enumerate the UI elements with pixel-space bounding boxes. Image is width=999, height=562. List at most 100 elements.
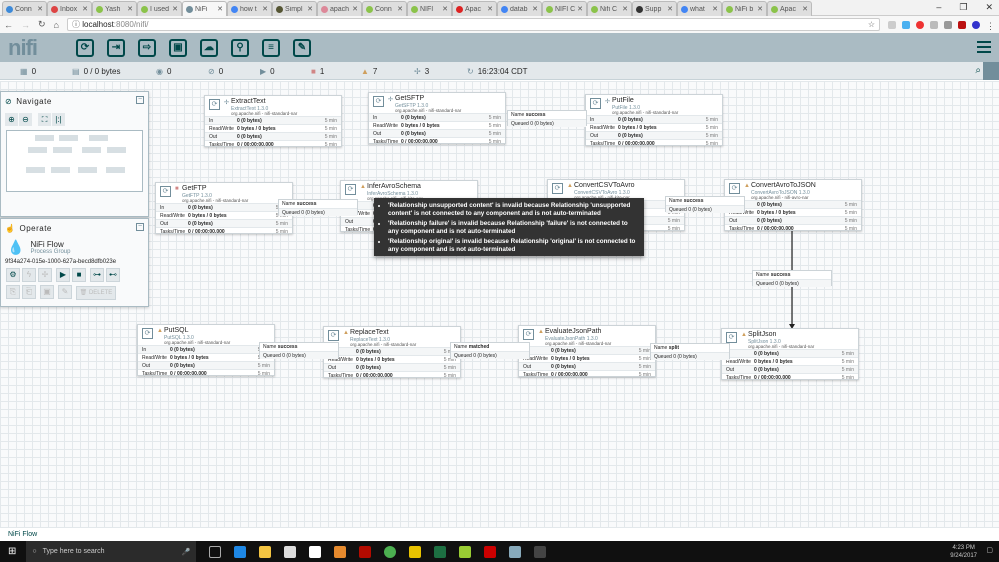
start-button[interactable]: ▶ — [56, 268, 70, 282]
paste-button[interactable]: ⎗ — [22, 285, 36, 299]
close-tab-icon[interactable]: ✕ — [757, 5, 763, 13]
configure-button[interactable]: ⚙ — [6, 268, 20, 282]
close-tab-icon[interactable]: ✕ — [532, 5, 538, 13]
excel-icon[interactable] — [434, 545, 447, 558]
store-icon[interactable] — [284, 545, 297, 558]
flow-canvas[interactable]: ⟳ ✢ ExtractText ExtractText 1.3.0 org.apache… — [0, 81, 999, 527]
extension-icon[interactable] — [972, 20, 980, 29]
browser-tab[interactable]: NiFi b ✕ — [722, 1, 767, 16]
processor-getsftp[interactable]: ⟳ ✢ GetSFTP GetSFTP 1.3.0 org.apache.nifi - … — [368, 92, 506, 145]
chrome-icon[interactable] — [384, 545, 397, 558]
browser-tab[interactable]: Conn ✕ — [362, 1, 407, 16]
upload-template-button[interactable]: ⊷ — [106, 268, 120, 282]
color-button[interactable]: ✎ — [58, 285, 72, 299]
app-icon[interactable] — [459, 545, 472, 558]
mail-icon[interactable] — [309, 545, 322, 558]
app-icon[interactable] — [509, 545, 522, 558]
actual-size-button[interactable]: |:| — [52, 113, 65, 126]
connection-label[interactable]: Name success Queued 0 (0 bytes) — [752, 270, 832, 287]
close-tab-icon[interactable]: ✕ — [577, 5, 583, 13]
label-icon[interactable]: ✎ — [293, 38, 311, 57]
processor-icon[interactable]: ⟳ — [76, 38, 94, 57]
close-tab-icon[interactable]: ✕ — [37, 5, 43, 13]
zoom-in-button[interactable]: ⊕ — [5, 113, 18, 126]
bulletin-board-button[interactable] — [983, 62, 999, 80]
stop-button[interactable]: ■ — [72, 268, 86, 282]
copy-button[interactable]: ⎘ — [6, 285, 20, 299]
refresh-icon[interactable]: ↻ — [467, 67, 474, 76]
taskbar-search[interactable]: ○ Type here to search 🎤 — [26, 541, 197, 562]
extension-icon[interactable] — [930, 20, 938, 29]
close-tab-icon[interactable]: ✕ — [82, 5, 88, 13]
home-icon[interactable]: ⌂ — [54, 20, 59, 30]
close-tab-icon[interactable]: ✕ — [172, 5, 178, 13]
windows-start-icon[interactable]: ⊞ — [8, 546, 16, 557]
process-group-icon[interactable]: ▣ — [169, 38, 187, 57]
close-tab-icon[interactable]: ✕ — [442, 5, 448, 13]
menu-icon[interactable]: ⋮ — [986, 21, 995, 31]
star-icon[interactable]: ☆ — [868, 20, 875, 29]
close-tab-icon[interactable]: ✕ — [397, 5, 403, 13]
funnel-icon[interactable]: ⚲ — [231, 38, 249, 57]
close-tab-icon[interactable]: ✕ — [307, 5, 313, 13]
close-tab-icon[interactable]: ✕ — [487, 5, 493, 13]
app-icon[interactable] — [409, 545, 422, 558]
browser-tab[interactable]: Conn ✕ — [2, 1, 47, 16]
fit-button[interactable]: ⛶ — [38, 113, 51, 126]
browser-tab[interactable]: Apac ✕ — [767, 1, 812, 16]
template-icon[interactable]: ≡ — [262, 38, 280, 57]
notifications-icon[interactable]: ▢ — [986, 546, 993, 554]
close-tab-icon[interactable]: ✕ — [622, 5, 628, 13]
close-tab-icon[interactable]: ✕ — [352, 5, 358, 13]
collapse-icon[interactable]: − — [136, 96, 144, 104]
connection-label[interactable]: Name success Queued 0 (0 bytes) — [665, 196, 745, 213]
disable-button[interactable]: ✢ — [38, 268, 52, 282]
edge-icon[interactable] — [234, 545, 247, 558]
connection-label[interactable]: Name matched Queued 0 (0 bytes) — [450, 342, 530, 359]
close-tab-icon[interactable]: ✕ — [712, 5, 718, 13]
processor-putfile[interactable]: ⟳ ✢ PutFile PutFile 1.3.0 org.apache.nifi - … — [585, 94, 723, 147]
browser-tab[interactable]: NIFI ✕ — [407, 1, 452, 16]
browser-tab[interactable]: Yash ✕ — [92, 1, 137, 16]
browser-tab[interactable]: Apac ✕ — [452, 1, 497, 16]
processor-splitjson[interactable]: ⟳ ▲ SplitJson SplitJson 1.3.0 org.apache.nif… — [721, 328, 859, 381]
search-icon[interactable]: ⌕ — [975, 65, 981, 76]
connection-label[interactable]: Name success Queued 0 (0 bytes) — [507, 110, 587, 127]
pdf-icon[interactable] — [958, 20, 966, 29]
processor-getftp[interactable]: ⟳ ■ GetFTP GetFTP 1.3.0 org.apache.nifi - ni… — [155, 182, 293, 235]
url-input[interactable]: ⓘ localhost:8080/nifi/ ☆ — [66, 18, 880, 31]
acrobat-icon[interactable] — [359, 545, 372, 558]
enable-button[interactable]: ϟ — [22, 268, 36, 282]
browser-tab[interactable]: Inbox ✕ — [47, 1, 92, 16]
breadcrumb-item[interactable]: NiFi Flow — [8, 531, 37, 538]
processor-replacetext[interactable]: ⟳ ▲ ReplaceText ReplaceText 1.3.0 org.apache… — [323, 326, 461, 379]
processor-extracttext[interactable]: ⟳ ✢ ExtractText ExtractText 1.3.0 org.apache… — [204, 95, 342, 148]
connection-label[interactable]: Name split Queued 0 (0 bytes) — [650, 343, 730, 360]
browser-tab[interactable]: Simpl ✕ — [272, 1, 317, 16]
browser-tab[interactable]: datab ✕ — [497, 1, 542, 16]
cmd-icon[interactable] — [534, 545, 547, 558]
close-window-button[interactable]: ✕ — [985, 2, 993, 13]
close-tab-icon[interactable]: ✕ — [217, 5, 223, 13]
browser-tab[interactable]: Supp ✕ — [632, 1, 677, 16]
output-port-icon[interactable]: ⇨ — [138, 38, 156, 57]
opera-icon[interactable] — [916, 20, 924, 29]
taskbar-clock[interactable]: 4:23 PM 9/24/2017 — [950, 544, 977, 560]
extension-icon[interactable] — [944, 20, 952, 29]
birdseye-view[interactable] — [6, 130, 143, 192]
back-icon[interactable]: ← — [4, 20, 13, 30]
processor-putsql[interactable]: ⟳ ▲ PutSQL PutSQL 1.3.0 org.apache.nifi - ni… — [137, 324, 275, 377]
group-button[interactable]: ▣ — [40, 285, 54, 299]
delete-button[interactable]: 🗑 DELETE — [76, 286, 116, 300]
close-tab-icon[interactable]: ✕ — [262, 5, 268, 13]
close-tab-icon[interactable]: ✕ — [667, 5, 673, 13]
minimize-button[interactable]: – — [936, 2, 941, 13]
browser-tab[interactable]: NiFi ✕ — [182, 1, 227, 16]
browser-tab[interactable]: how t ✕ — [227, 1, 272, 16]
remote-process-group-icon[interactable]: ☁ — [200, 38, 218, 57]
global-menu-icon[interactable] — [977, 41, 991, 53]
task-view-icon[interactable] — [209, 545, 222, 558]
browser-tab[interactable]: what ✕ — [677, 1, 722, 16]
paint-icon[interactable] — [334, 545, 347, 558]
file-explorer-icon[interactable] — [259, 545, 272, 558]
